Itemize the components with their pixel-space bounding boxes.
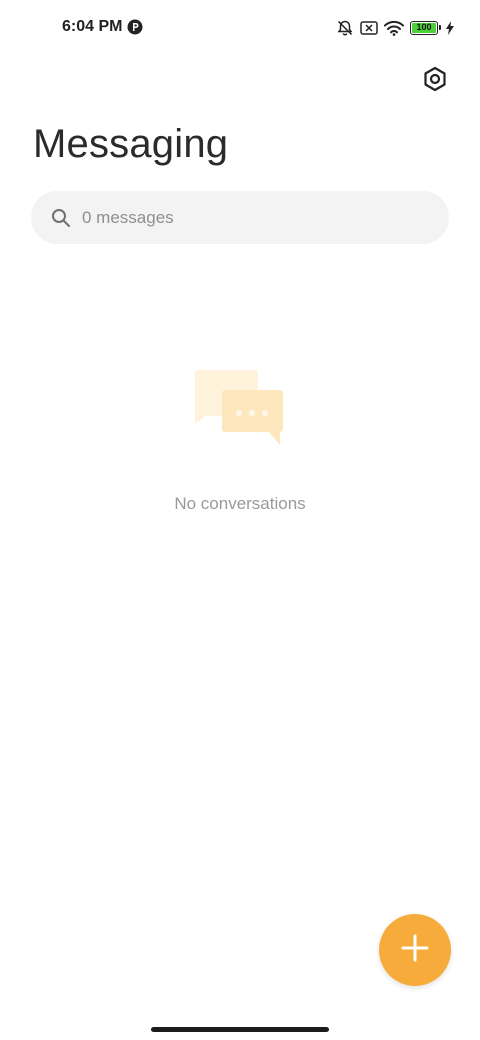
search-icon bbox=[50, 207, 72, 229]
search-input[interactable]: 0 messages bbox=[82, 208, 174, 228]
settings-hexagon-icon bbox=[422, 66, 448, 97]
search-bar[interactable]: 0 messages bbox=[31, 191, 449, 244]
sim-x-icon bbox=[360, 21, 378, 35]
chat-bubbles-icon bbox=[193, 366, 287, 450]
settings-button[interactable] bbox=[420, 66, 450, 96]
new-conversation-button[interactable] bbox=[379, 914, 451, 986]
status-bar: 6:04 PM 100 bbox=[0, 0, 480, 56]
notification-app-icon bbox=[127, 19, 143, 35]
status-icons: 100 bbox=[336, 18, 454, 38]
plus-icon bbox=[401, 934, 429, 967]
wifi-icon bbox=[384, 20, 404, 36]
status-time: 6:04 PM bbox=[62, 18, 123, 35]
empty-state-message: No conversations bbox=[174, 494, 306, 513]
charging-bolt-icon bbox=[446, 21, 454, 35]
battery-level: 100 bbox=[412, 23, 436, 33]
notifications-off-icon bbox=[336, 19, 354, 37]
home-indicator[interactable] bbox=[151, 1027, 329, 1032]
page-title: Messaging bbox=[33, 122, 229, 166]
battery-icon: 100 bbox=[410, 21, 441, 35]
